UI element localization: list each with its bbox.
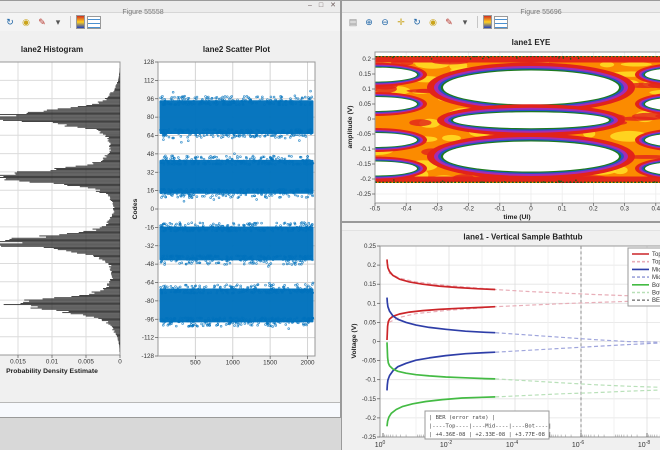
window-bottom-strip (0, 402, 340, 417)
rotate-3d-icon[interactable]: ↻ (3, 15, 17, 29)
zoom-in-icon[interactable]: ⊕ (362, 15, 376, 29)
figure-canvas-bathtub[interactable] (342, 231, 660, 450)
window-edge-strip (342, 223, 660, 231)
titlebar-right-top[interactable]: Figure 55696 (342, 1, 660, 13)
figure-canvas-left[interactable] (0, 31, 340, 402)
toolbar-separator (70, 16, 71, 28)
minimize-button[interactable]: – (308, 1, 312, 11)
brush-dropdown-icon[interactable]: ▾ (458, 15, 472, 29)
window-title-left: Figure 55558 (122, 9, 163, 16)
close-button[interactable]: ✕ (330, 1, 336, 11)
window-figure-right-bottom (341, 222, 660, 450)
desktop: Figure 55558 –□✕ ↻◉✎▾ Figure 55696 ▤⊕⊖✛↻… (0, 0, 660, 450)
rotate-3d-icon[interactable]: ↻ (410, 15, 424, 29)
titlebar-left[interactable]: Figure 55558 –□ ✕ (0, 1, 340, 13)
brush-dropdown-icon[interactable]: ▾ (51, 15, 65, 29)
window-figure-right-top: Figure 55696 ▤⊕⊖✛↻◉✎▾ (341, 0, 660, 222)
brush-icon[interactable]: ✎ (35, 15, 49, 29)
insert-legend-icon[interactable] (87, 16, 101, 29)
pan-icon[interactable]: ✛ (394, 15, 408, 29)
brush-icon[interactable]: ✎ (442, 15, 456, 29)
window-title-right-top: Figure 55696 (520, 9, 561, 16)
insert-legend-icon[interactable] (494, 16, 508, 29)
insert-colorbar-icon[interactable] (76, 15, 85, 29)
zoom-out-icon[interactable]: ⊖ (378, 15, 392, 29)
figure-canvas-eye[interactable] (342, 31, 660, 221)
maximize-button[interactable]: □ (319, 1, 323, 11)
window-controls: –□ ✕ (308, 1, 336, 11)
print-icon[interactable]: ▤ (346, 15, 360, 29)
figure-toolbar-left: ↻◉✎▾ (0, 13, 340, 32)
toolbar-separator (477, 16, 478, 28)
window-figure-left: Figure 55558 –□ ✕ ↻◉✎▾ (0, 0, 341, 418)
figure-toolbar-right: ▤⊕⊖✛↻◉✎▾ (342, 13, 660, 32)
insert-colorbar-icon[interactable] (483, 15, 492, 29)
data-cursor-icon[interactable]: ◉ (19, 15, 33, 29)
data-cursor-icon[interactable]: ◉ (426, 15, 440, 29)
